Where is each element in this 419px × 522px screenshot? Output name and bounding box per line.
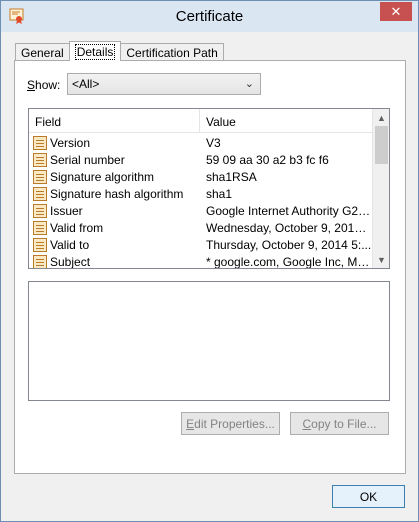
certificate-field-icon (33, 220, 47, 235)
field-value: Wednesday, October 9, 2013 ... (206, 220, 372, 235)
certificate-field-icon (33, 135, 47, 150)
tab-details-label: Details (74, 43, 116, 60)
copy-to-file-accel: C (302, 416, 312, 431)
show-label: Show: (27, 78, 60, 92)
field-value: Google Internet Authority G2, ... (206, 203, 372, 218)
fields-list[interactable]: Field Value Version V3 Serial number 59 … (28, 108, 390, 269)
field-name: Valid from (50, 220, 104, 235)
field-name: Signature algorithm (50, 169, 155, 184)
window-title: Certificate (175, 8, 244, 25)
edit-properties-button[interactable]: Edit Properties... (181, 412, 280, 435)
list-item-field: Issuer (29, 203, 200, 218)
show-dropdown-value: <All> (72, 77, 100, 91)
field-value: V3 (206, 135, 221, 150)
field-value: sha1RSA (206, 169, 257, 184)
show-dropdown[interactable]: <All> ⌄ (67, 73, 261, 95)
tab-strip: General Details Certification Path (15, 41, 224, 61)
list-rows: Version V3 Serial number 59 09 aa 30 a2 … (29, 134, 372, 269)
list-item[interactable]: Issuer Google Internet Authority G2, ... (29, 202, 372, 219)
copy-to-file-label: opy to File... (311, 416, 377, 431)
certificate-field-icon (33, 203, 47, 218)
list-item-field: Valid to (29, 237, 200, 252)
certificate-field-icon (33, 254, 47, 268)
edit-properties-accel: E (186, 416, 195, 431)
list-item[interactable]: Signature hash algorithm sha1 (29, 185, 372, 202)
list-item[interactable]: Serial number 59 09 aa 30 a2 b3 fc f6 (29, 151, 372, 168)
field-name: Signature hash algorithm (50, 186, 184, 201)
certificate-field-icon (33, 152, 47, 167)
list-scrollbar[interactable]: ▲ ▼ (372, 109, 389, 268)
list-item-field: Signature algorithm (29, 169, 200, 184)
tab-details[interactable]: Details (68, 41, 122, 61)
field-value: sha1 (206, 186, 233, 201)
field-value: Thursday, October 9, 2014 5:... (206, 237, 372, 252)
scroll-thumb[interactable] (375, 126, 388, 164)
details-panel: Show: <All> ⌄ Field Value Version V3 Ser… (14, 60, 406, 474)
list-item[interactable]: Version V3 (29, 134, 372, 151)
tab-certification-path[interactable]: Certification Path (120, 43, 224, 61)
certificate-field-icon (33, 237, 47, 252)
scroll-down-arrow-icon[interactable]: ▼ (373, 251, 389, 268)
list-item-field: Version (29, 135, 200, 150)
column-header-field[interactable]: Field (29, 109, 200, 132)
certificate-field-icon (33, 169, 47, 184)
field-name: Subject (50, 254, 91, 269)
tab-general[interactable]: General (15, 43, 70, 61)
field-value: * google.com, Google Inc, Mo... (206, 254, 372, 269)
list-header: Field Value (29, 109, 372, 133)
field-name: Issuer (50, 203, 83, 218)
list-item[interactable]: Valid to Thursday, October 9, 2014 5:... (29, 236, 372, 253)
list-item[interactable]: Subject * google.com, Google Inc, Mo... (29, 253, 372, 269)
certificate-field-icon (33, 186, 47, 201)
tab-general-label: General (21, 45, 64, 60)
list-item-field: Subject (29, 254, 200, 269)
field-name: Version (50, 135, 91, 150)
tab-certification-path-label: Certification Path (126, 45, 218, 60)
list-item-field: Valid from (29, 220, 200, 235)
chevron-down-icon: ⌄ (244, 78, 254, 90)
ok-button[interactable]: OK (332, 485, 405, 508)
show-label-rest: how: (35, 78, 61, 92)
show-label-accel: S (27, 78, 36, 92)
edit-properties-label: dit Properties... (194, 416, 275, 431)
certificate-dialog: Certificate ✕ General Details Certificat… (0, 0, 419, 522)
scroll-up-arrow-icon[interactable]: ▲ (373, 109, 389, 126)
field-value: 59 09 aa 30 a2 b3 fc f6 (206, 152, 329, 167)
field-detail-box[interactable] (28, 281, 390, 401)
copy-to-file-button[interactable]: Copy to File... (290, 412, 389, 435)
list-item[interactable]: Valid from Wednesday, October 9, 2013 ..… (29, 219, 372, 236)
field-name: Serial number (50, 152, 125, 167)
column-header-value[interactable]: Value (200, 109, 372, 132)
field-name: Valid to (50, 237, 90, 252)
close-button[interactable]: ✕ (380, 2, 412, 21)
title-bar[interactable]: Certificate ✕ (1, 1, 418, 32)
list-item[interactable]: Signature algorithm sha1RSA (29, 168, 372, 185)
list-item-field: Signature hash algorithm (29, 186, 200, 201)
list-item-field: Serial number (29, 152, 200, 167)
